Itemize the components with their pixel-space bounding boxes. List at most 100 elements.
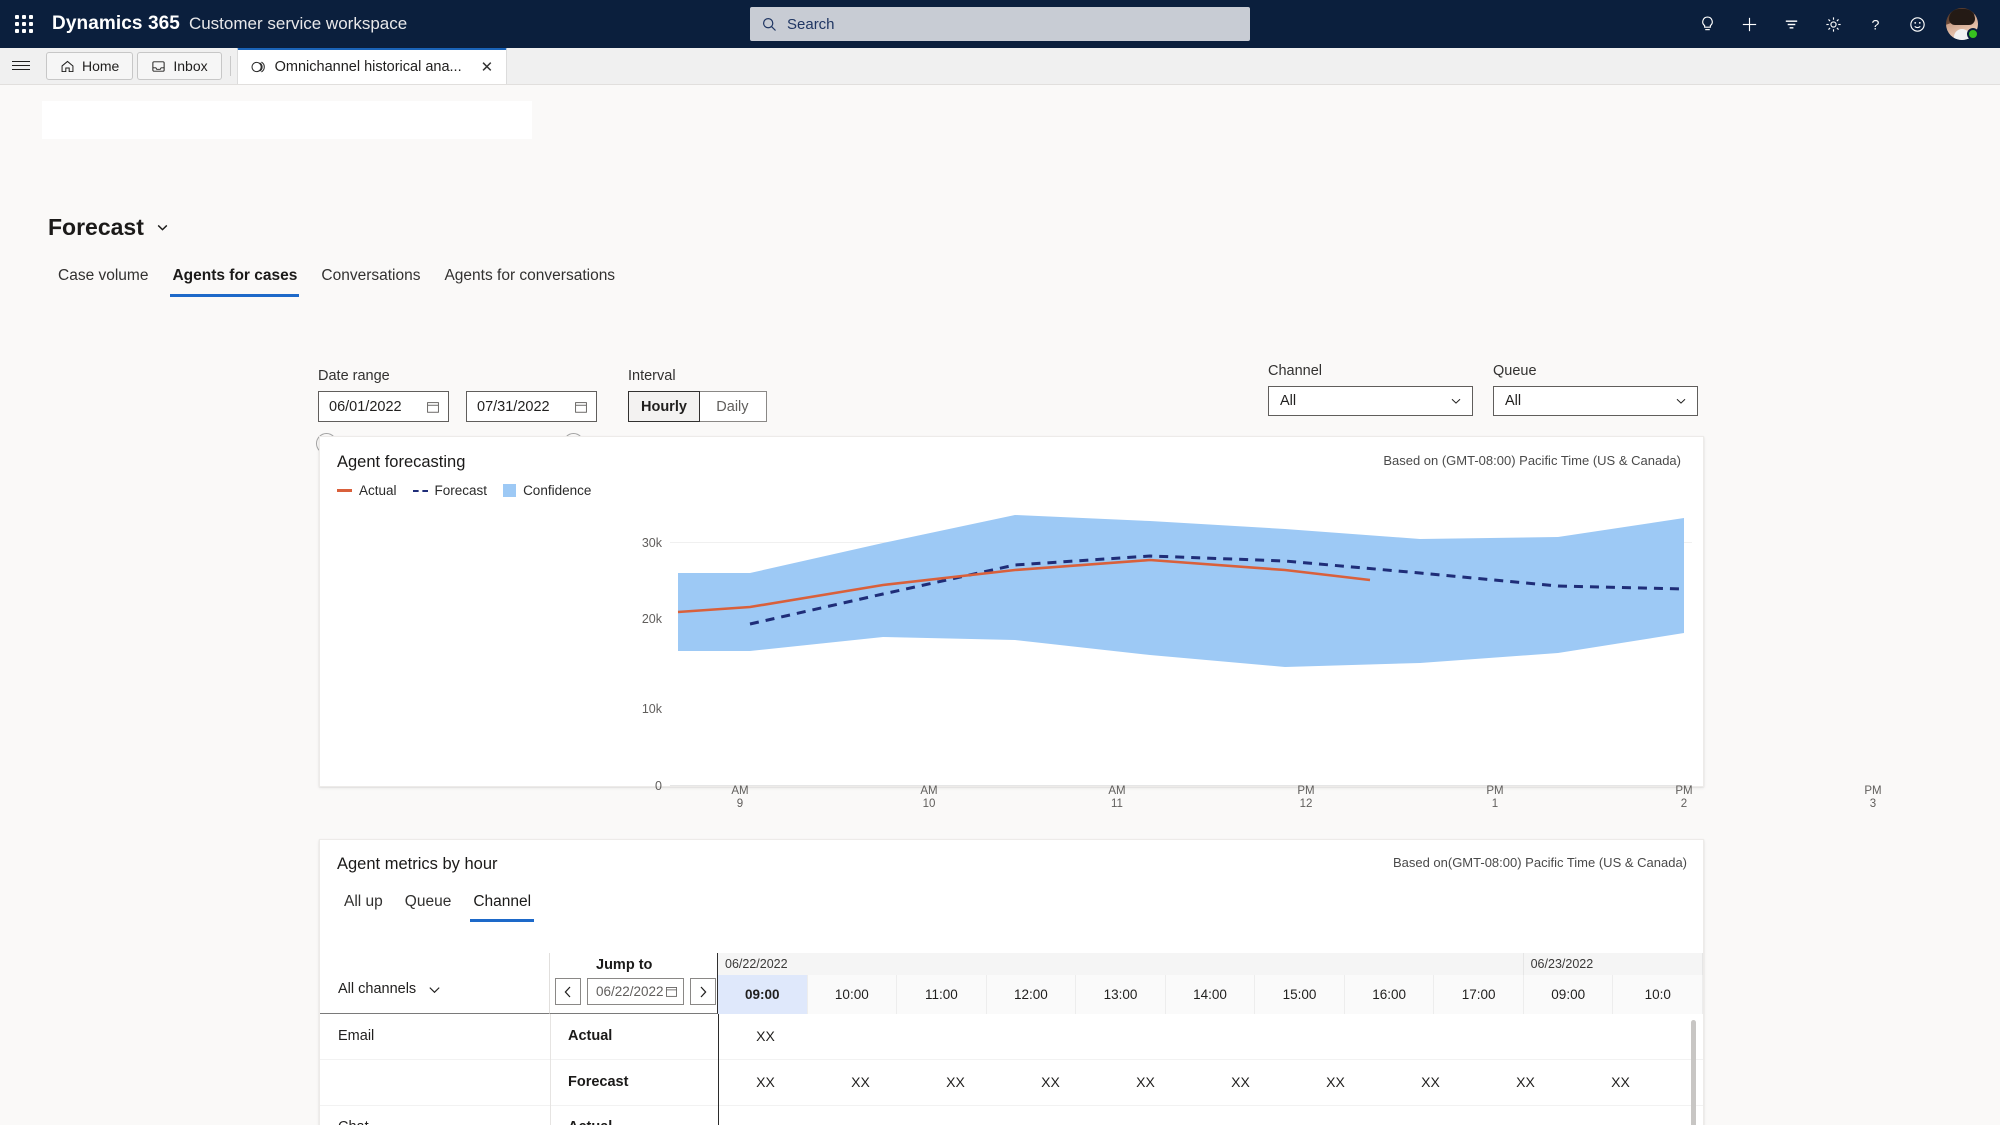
forecast-chart: 30k 20k 10k 0 AM 9 AM 10 AM 11 PM 12 PM 1 PM 2… xyxy=(320,437,1882,810)
jump-next-button[interactable] xyxy=(690,978,716,1005)
jump-to-cell: Jump to 06/22/2022 xyxy=(550,953,718,1014)
row-metric-label: Actual xyxy=(568,1028,613,1044)
subtab-label: Agents for cases xyxy=(172,267,298,284)
cell-value: XX xyxy=(1231,1074,1250,1090)
status-badge xyxy=(1967,28,1979,40)
omnichannel-icon xyxy=(251,61,265,73)
queue-select[interactable]: All xyxy=(1493,386,1698,416)
tab-channel[interactable]: Channel xyxy=(462,889,542,922)
x-tick-0: AM 9 xyxy=(731,785,749,810)
plus-icon[interactable] xyxy=(1728,0,1770,48)
interval-option-hourly[interactable]: Hourly xyxy=(628,391,700,422)
cell-value: XX xyxy=(851,1074,870,1090)
time-column-6[interactable]: 15:00 xyxy=(1255,975,1345,1014)
interval-option-daily[interactable]: Daily xyxy=(699,392,766,421)
time-column-5[interactable]: 14:00 xyxy=(1165,975,1256,1014)
time-column-4[interactable]: 13:00 xyxy=(1076,975,1166,1014)
x-tick-5: PM 2 xyxy=(1675,785,1693,810)
table-vertical-scrollbar[interactable] xyxy=(1691,1020,1696,1125)
queue-value: All xyxy=(1505,393,1522,409)
app-name: Customer service workspace xyxy=(188,14,408,33)
time-column-10[interactable]: 10:0 xyxy=(1613,975,1703,1014)
gear-icon[interactable] xyxy=(1812,0,1854,48)
channel-column-divider xyxy=(550,1014,551,1125)
table-row[interactable]: Email Actual XX xyxy=(320,1014,1703,1060)
svg-text:?: ? xyxy=(1871,17,1879,33)
forecast-subtabs: Case volume Agents for cases Conversatio… xyxy=(46,261,627,297)
tab-all-up[interactable]: All up xyxy=(333,889,394,922)
metrics-timezone: Based on(GMT-08:00) Pacific Time (US & C… xyxy=(1392,855,1687,870)
chevron-left-icon xyxy=(564,986,571,997)
chevron-down-icon xyxy=(1676,398,1686,404)
tab-inbox[interactable]: Inbox xyxy=(137,52,222,80)
cell-value: XX xyxy=(1326,1074,1345,1090)
close-icon[interactable]: ✕ xyxy=(481,58,494,76)
app-launcher-icon[interactable] xyxy=(0,0,48,48)
cell-value: XX xyxy=(756,1074,775,1090)
channel-group: Channel All xyxy=(1268,363,1473,416)
table-row[interactable]: Chat Actual XX xyxy=(320,1106,1703,1125)
date-band-0: 06/22/2022 xyxy=(718,953,1524,975)
channel-selector-cell: All channels xyxy=(320,953,550,1014)
subtab-case-volume[interactable]: Case volume xyxy=(46,261,160,297)
page-body: Forecast Case volume Agents for cases Co… xyxy=(0,101,2000,1125)
y-tick-20k: 20k xyxy=(641,612,662,626)
lightbulb-icon[interactable] xyxy=(1686,0,1728,48)
queue-label: Queue xyxy=(1493,363,1537,379)
x-tick-4: PM 1 xyxy=(1486,785,1504,810)
y-tick-30k: 30k xyxy=(641,536,662,550)
app-tab-omnichannel[interactable]: Omnichannel historical ana... ✕ xyxy=(236,48,508,84)
chevron-down-icon xyxy=(157,224,168,231)
filter-icon[interactable] xyxy=(1770,0,1812,48)
tab-divider xyxy=(229,56,231,76)
application-tab-strip: Home Inbox Omnichannel historical ana...… xyxy=(0,48,2000,85)
date-from-input[interactable]: 06/01/2022 xyxy=(318,391,449,422)
interval-group: Interval Hourly Daily xyxy=(628,368,767,422)
time-column-row: 09:00 10:00 11:00 12:00 13:00 14:00 15:0… xyxy=(718,975,1703,1014)
search-input[interactable]: Search xyxy=(750,7,1250,41)
jump-prev-button[interactable] xyxy=(555,978,581,1005)
all-channels-label: All channels xyxy=(338,981,417,997)
time-column-1[interactable]: 10:00 xyxy=(807,975,898,1014)
subtab-conversations[interactable]: Conversations xyxy=(309,261,432,297)
help-icon[interactable]: ? xyxy=(1854,0,1896,48)
subtab-agents-for-cases[interactable]: Agents for cases xyxy=(160,261,309,297)
tab-home-label: Home xyxy=(82,58,120,74)
calendar-icon xyxy=(575,401,587,413)
page-title[interactable]: Forecast xyxy=(48,214,170,241)
hamburger-icon[interactable] xyxy=(0,47,42,84)
jump-date-input[interactable]: 06/22/2022 xyxy=(587,978,684,1005)
row-metric-label: Actual xyxy=(568,1119,612,1125)
date-band-row: 06/22/2022 06/23/2022 xyxy=(718,953,1703,975)
time-column-9[interactable]: 09:00 xyxy=(1523,975,1614,1014)
channel-select[interactable]: All xyxy=(1268,386,1473,416)
tab-home[interactable]: Home xyxy=(46,52,134,80)
subtab-agents-for-conversations[interactable]: Agents for conversations xyxy=(432,261,627,297)
time-column-2[interactable]: 11:00 xyxy=(897,975,987,1014)
x-tick-6: PM 3 xyxy=(1864,785,1882,810)
date-band-1: 06/23/2022 xyxy=(1523,953,1703,975)
page-header-band xyxy=(42,101,532,139)
subtab-label: Conversations xyxy=(321,267,421,284)
top-navigation-bar: Dynamics 365 Customer service workspace … xyxy=(0,0,2000,48)
avatar[interactable] xyxy=(1938,0,1986,48)
search-placeholder: Search xyxy=(787,15,835,33)
date-to-input[interactable]: 07/31/2022 xyxy=(466,391,597,422)
chevron-down-icon xyxy=(1451,398,1461,404)
time-column-3[interactable]: 12:00 xyxy=(986,975,1077,1014)
all-channels-select[interactable]: All channels xyxy=(338,981,442,997)
interval-toggle[interactable]: Hourly Daily xyxy=(628,391,767,422)
forecast-plot-svg xyxy=(677,515,1685,667)
cell-value: XX xyxy=(946,1074,965,1090)
cell-value: XX xyxy=(756,1028,775,1044)
time-column-8[interactable]: 17:00 xyxy=(1434,975,1524,1014)
time-column-7[interactable]: 16:00 xyxy=(1344,975,1435,1014)
table-row[interactable]: Forecast XX XX XX XX XX XX XX XX XX XX xyxy=(320,1060,1703,1106)
search-icon xyxy=(762,17,776,31)
date-from-value: 06/01/2022 xyxy=(329,398,402,415)
tab-inbox-label: Inbox xyxy=(173,58,208,74)
time-column-0[interactable]: 09:00 xyxy=(718,975,808,1014)
tab-queue[interactable]: Queue xyxy=(394,889,463,922)
smiley-icon[interactable] xyxy=(1896,0,1938,48)
date-to-value: 07/31/2022 xyxy=(477,398,550,415)
